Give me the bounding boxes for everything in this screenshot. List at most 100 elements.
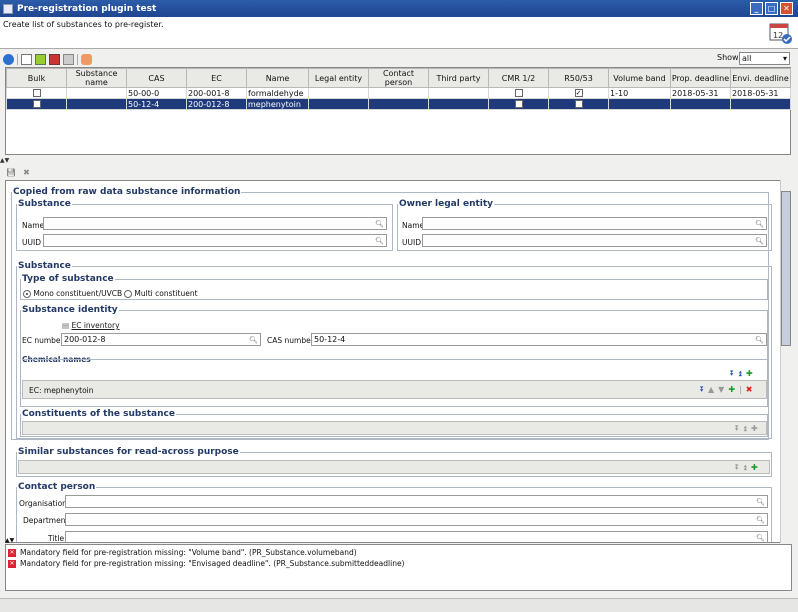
collapse-all-icon[interactable]: ⏫︎ xyxy=(743,463,747,473)
title-label: Title xyxy=(48,534,65,543)
show-select[interactable]: all ▾ xyxy=(739,52,790,65)
cas-cell: 50-12-4 xyxy=(126,98,187,110)
splitter-bottom[interactable]: ▲▼ xyxy=(5,537,14,544)
name-cell: mephenytoin xyxy=(246,98,309,110)
uuid-label: UUID xyxy=(402,238,421,247)
r50-checkbox[interactable]: ✓ xyxy=(574,89,583,97)
delete-icon[interactable]: ✖ xyxy=(746,385,753,395)
envi-deadline-cell: 2018-05-31 xyxy=(730,87,791,99)
col-header[interactable]: CMR 1/2 xyxy=(488,68,549,88)
department-input[interactable]: 🔍︎ xyxy=(65,513,768,526)
expand-icon[interactable]: ⏬︎ xyxy=(700,385,704,395)
back-arrow-icon[interactable] xyxy=(3,53,14,65)
bulk-checkbox[interactable] xyxy=(32,100,41,108)
col-header[interactable]: Volume band xyxy=(608,68,671,88)
new-doc-icon[interactable] xyxy=(21,53,32,65)
delete-row-icon[interactable] xyxy=(49,53,60,65)
show-label: Show xyxy=(717,53,739,62)
multi-radio-option[interactable]: Multi constituent xyxy=(124,289,198,298)
save-icon[interactable]: 💾︎ xyxy=(6,168,16,177)
add-row-icon[interactable] xyxy=(35,53,46,65)
col-header[interactable]: Name xyxy=(246,68,309,88)
department-label: Department xyxy=(23,516,69,525)
substance-name-input[interactable]: 🔍︎ xyxy=(43,217,387,230)
table-row[interactable]: 50-00-0 200-001-8 formaldehyde ✓ 1-10 20… xyxy=(6,87,791,99)
search-icon[interactable]: 🔍︎ xyxy=(755,236,764,247)
bulk-checkbox[interactable] xyxy=(32,89,41,97)
ec-number-input[interactable]: 200-012-8 🔍︎ xyxy=(61,333,261,346)
owner-name-input[interactable]: 🔍︎ xyxy=(422,217,767,230)
mono-radio-option[interactable]: Mono constituent/UVCB xyxy=(23,289,122,298)
splitter[interactable]: ▲▼ xyxy=(0,157,798,164)
search-icon[interactable]: 🔍︎ xyxy=(755,335,764,346)
multi-radio[interactable] xyxy=(124,290,132,298)
status-bar xyxy=(0,598,798,612)
substance-uuid-input[interactable]: 🔍︎ xyxy=(43,234,387,247)
add-icon[interactable]: ✚ xyxy=(751,463,758,473)
close-button[interactable]: ✕ xyxy=(780,2,793,15)
row-actions: ⏬︎ ▲ ▼ ✚ | ✖ xyxy=(700,385,752,395)
table-row-selected[interactable]: 50-12-4 200-012-8 mephenytoin xyxy=(6,98,791,110)
search-icon[interactable]: 🔍︎ xyxy=(756,515,765,526)
error-message: ✕ Mandatory field for pre-registration mi… xyxy=(8,548,357,557)
col-header[interactable]: Third party xyxy=(428,68,489,88)
section-title: Type of substance xyxy=(22,274,114,284)
scrollbar-thumb[interactable] xyxy=(781,191,791,346)
add-icon[interactable]: ✚ xyxy=(746,369,753,379)
search-icon[interactable]: 🔍︎ xyxy=(375,236,384,247)
search-icon[interactable]: 🔍︎ xyxy=(756,533,765,542)
move-down-icon[interactable]: ▼ xyxy=(718,385,724,395)
cancel-icon[interactable]: ✖ xyxy=(23,168,30,177)
error-icon: ✕ xyxy=(8,548,16,557)
ec-inventory-link[interactable]: ▤ EC inventory xyxy=(62,321,120,330)
export-icon[interactable] xyxy=(63,53,74,65)
add-icon[interactable]: ✚ xyxy=(728,385,735,395)
collapse-all-icon[interactable]: ⏫︎ xyxy=(743,424,747,434)
chemical-name-row[interactable]: EC: mephenytoin ⏬︎ ▲ ▼ ✚ | ✖ xyxy=(22,380,767,399)
separator xyxy=(17,53,18,65)
col-header[interactable]: CAS xyxy=(126,68,187,88)
separator xyxy=(77,53,78,65)
minimize-button[interactable]: _ xyxy=(750,2,763,15)
expand-all-icon[interactable]: ⏬︎ xyxy=(735,424,739,434)
person-icon[interactable] xyxy=(81,53,92,65)
add-icon[interactable]: ✚ xyxy=(751,424,758,434)
search-icon[interactable]: 🔍︎ xyxy=(375,219,384,230)
multi-label: Multi constituent xyxy=(134,289,198,298)
col-header[interactable]: R50/53 xyxy=(548,68,609,88)
search-icon[interactable]: 🔍︎ xyxy=(755,219,764,230)
mono-radio[interactable] xyxy=(23,290,31,298)
ec-inventory-label: EC inventory xyxy=(71,321,120,330)
maximize-button[interactable]: □ xyxy=(765,2,778,15)
cmr-checkbox[interactable] xyxy=(514,89,523,97)
section-title: Copied from raw data substance informati… xyxy=(13,187,241,197)
form-area: Copied from raw data substance informati… xyxy=(5,180,792,543)
cmr-checkbox[interactable] xyxy=(514,100,523,108)
col-header[interactable]: Bulk xyxy=(6,68,67,88)
collapse-all-icon[interactable]: ⏫︎ xyxy=(738,369,742,379)
cas-number-input[interactable]: 50-12-4 🔍︎ xyxy=(311,333,767,346)
expand-all-icon[interactable]: ⏬︎ xyxy=(730,369,734,379)
col-header[interactable]: Envi. deadline xyxy=(730,68,791,88)
ec-number-value: 200-012-8 xyxy=(64,335,106,344)
owner-uuid-input[interactable]: 🔍︎ xyxy=(422,234,767,247)
col-header[interactable]: EC xyxy=(186,68,247,88)
search-icon[interactable]: 🔍︎ xyxy=(756,497,765,508)
ec-cell: 200-001-8 xyxy=(186,87,247,99)
col-header[interactable]: Contact person xyxy=(368,68,429,88)
col-header[interactable]: Prop. deadline xyxy=(670,68,731,88)
organisation-input[interactable]: 🔍︎ xyxy=(65,495,768,508)
title-input[interactable]: 🔍︎ xyxy=(65,531,768,542)
error-text: Mandatory field for pre-registration mis… xyxy=(20,548,357,557)
col-header[interactable]: Substance name xyxy=(66,68,127,88)
search-icon[interactable]: 🔍︎ xyxy=(249,335,258,346)
divider xyxy=(22,359,767,360)
expand-all-icon[interactable]: ⏬︎ xyxy=(735,463,739,473)
r50-checkbox[interactable] xyxy=(574,100,583,108)
cas-number-label: CAS number xyxy=(267,336,314,345)
error-text: Mandatory field for pre-registration mis… xyxy=(20,559,405,568)
move-up-icon[interactable]: ▲ xyxy=(708,385,714,395)
col-header[interactable]: Legal entity xyxy=(308,68,369,88)
section-title: Substance identity xyxy=(22,305,118,315)
chem-names-actions: ⏬︎ ⏫︎ ✚ xyxy=(730,369,753,379)
